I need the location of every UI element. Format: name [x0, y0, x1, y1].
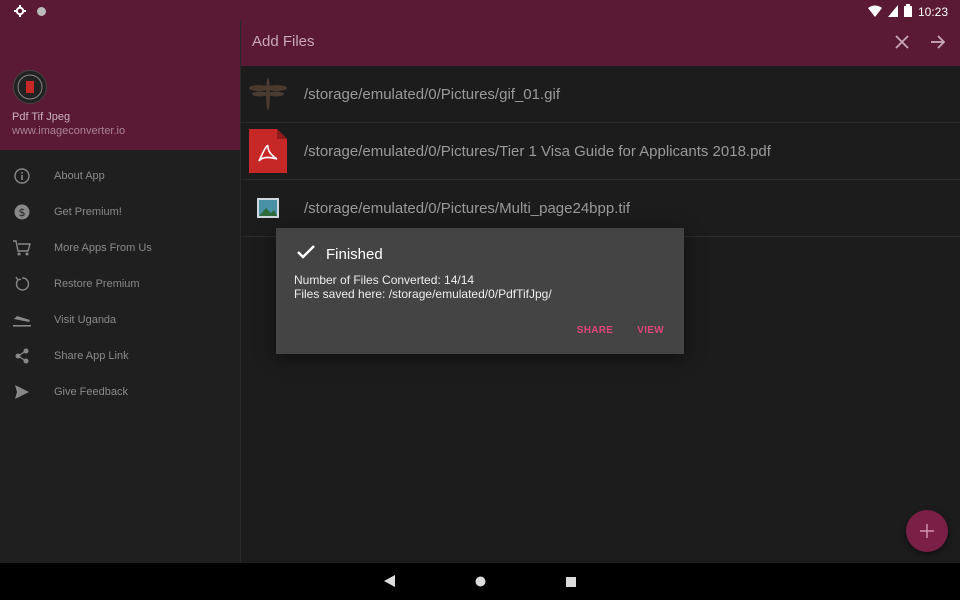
- file-path: /storage/emulated/0/Pictures/gif_01.gif: [304, 85, 560, 103]
- checkmark-icon: [296, 244, 316, 264]
- dialog-title-text: Finished: [326, 245, 383, 263]
- share-icon: [12, 346, 32, 366]
- drawer-app-url[interactable]: www.imageconverter.io: [12, 125, 125, 137]
- dollar-icon: $: [12, 202, 32, 222]
- view-button[interactable]: VIEW: [637, 325, 664, 336]
- app-logo-icon: [13, 70, 47, 104]
- drawer-app-name: Pdf Tif Jpeg: [12, 111, 71, 123]
- drawer-item-visit-uganda[interactable]: Visit Uganda: [0, 302, 240, 338]
- home-circle-icon: [475, 576, 486, 587]
- notification-dot-icon: [36, 2, 47, 21]
- image-file-icon: [248, 186, 288, 230]
- cart-icon: [12, 238, 32, 258]
- recents-button[interactable]: [566, 572, 576, 591]
- home-button[interactable]: [475, 572, 486, 591]
- drawer-menu: About App $ Get Premium! More Apps From …: [0, 150, 240, 410]
- drawer-item-label: More Apps From Us: [54, 242, 152, 254]
- file-list: /storage/emulated/0/Pictures/gif_01.gif …: [240, 66, 960, 237]
- dialog-message: Number of Files Converted: 14/14 Files s…: [294, 273, 552, 301]
- status-time: 10:23: [917, 4, 948, 19]
- drawer-item-label: Give Feedback: [54, 386, 128, 398]
- drawer-item-give-feedback[interactable]: Give Feedback: [0, 374, 240, 410]
- restore-icon: [12, 274, 32, 294]
- svg-text:$: $: [19, 206, 26, 219]
- dialog-message-line: Files saved here: /storage/emulated/0/Pd…: [294, 287, 552, 301]
- system-nav-bar: [0, 563, 960, 600]
- page-title: Add Files: [252, 33, 315, 50]
- drawer-item-label: Share App Link: [54, 350, 129, 362]
- status-bar: 10:23: [0, 0, 960, 20]
- back-button[interactable]: [384, 572, 395, 591]
- recents-square-icon: [566, 577, 576, 587]
- dialog-title: Finished: [296, 244, 383, 264]
- drawer-item-label: Restore Premium: [54, 278, 140, 290]
- drawer-header: Pdf Tif Jpeg www.imageconverter.io: [0, 20, 240, 150]
- battery-icon: [903, 2, 912, 21]
- dragonfly-gif-thumb-icon: [248, 72, 288, 116]
- signal-icon: [887, 2, 898, 21]
- add-file-button[interactable]: [906, 510, 948, 552]
- arrow-right-icon: [931, 35, 946, 49]
- file-row[interactable]: /storage/emulated/0/Pictures/Tier 1 Visa…: [240, 123, 960, 180]
- drawer-item-label: Get Premium!: [54, 206, 122, 218]
- drawer-item-get-premium[interactable]: $ Get Premium!: [0, 194, 240, 230]
- plus-icon: [920, 524, 934, 538]
- pdf-file-icon: [248, 129, 288, 173]
- file-row[interactable]: /storage/emulated/0/Pictures/gif_01.gif: [240, 66, 960, 123]
- close-button[interactable]: [890, 30, 914, 54]
- navigation-drawer: Pdf Tif Jpeg www.imageconverter.io About…: [0, 20, 241, 563]
- drawer-item-label: Visit Uganda: [54, 314, 117, 326]
- drawer-item-share-app-link[interactable]: Share App Link: [0, 338, 240, 374]
- dialog-message-line: Number of Files Converted: 14/14: [294, 273, 475, 287]
- finished-dialog: Finished Number of Files Converted: 14/1…: [276, 228, 684, 354]
- drawer-item-restore-premium[interactable]: Restore Premium: [0, 266, 240, 302]
- wifi-icon: [867, 2, 882, 21]
- next-button[interactable]: [926, 30, 950, 54]
- file-path: /storage/emulated/0/Pictures/Tier 1 Visa…: [304, 142, 771, 160]
- share-button[interactable]: SHARE: [577, 325, 614, 336]
- drawer-item-about-app[interactable]: About App: [0, 158, 240, 194]
- drawer-item-label: About App: [54, 170, 105, 182]
- info-icon: [12, 166, 32, 186]
- plane-icon: [12, 310, 32, 330]
- settings-icon: [14, 2, 26, 21]
- back-triangle-icon: [384, 575, 395, 587]
- file-path: /storage/emulated/0/Pictures/Multi_page2…: [304, 199, 631, 217]
- app-bar: Add Files: [240, 20, 960, 66]
- send-icon: [12, 382, 32, 402]
- close-icon: [895, 35, 909, 49]
- drawer-item-more-apps[interactable]: More Apps From Us: [0, 230, 240, 266]
